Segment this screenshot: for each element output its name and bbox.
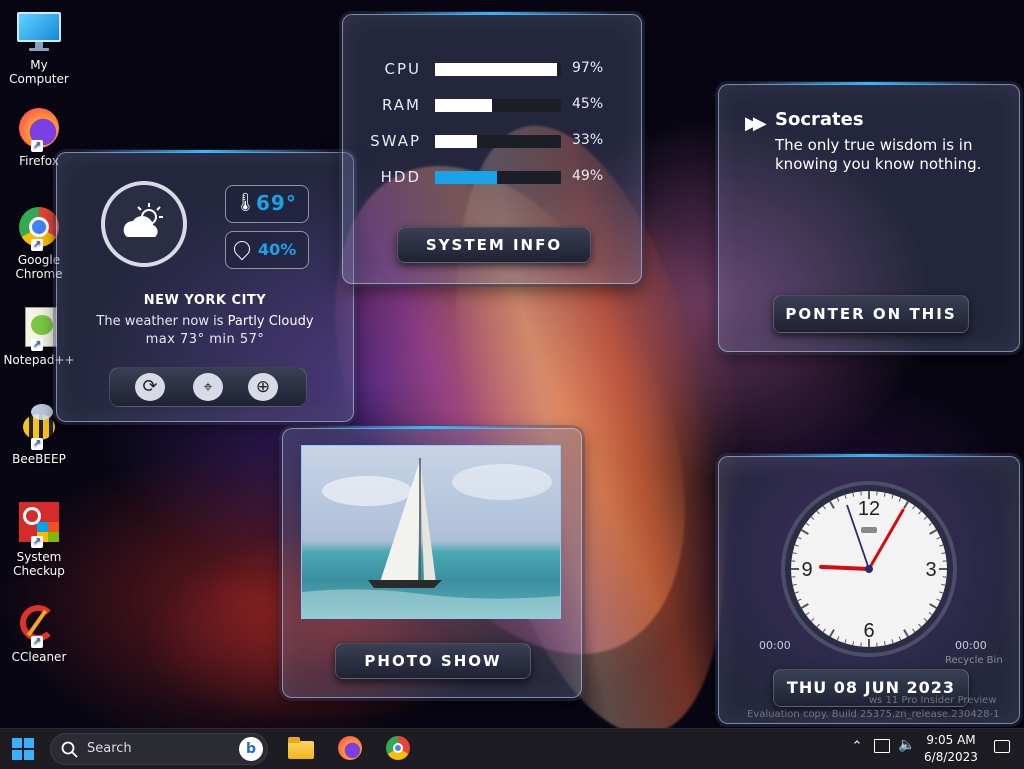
metric-label: CPU bbox=[385, 60, 422, 78]
metric-bar-track bbox=[435, 171, 561, 184]
humidity-icon bbox=[231, 238, 254, 261]
desktop-icon-label: My Computer bbox=[0, 58, 78, 86]
metric-label: HDD bbox=[381, 168, 421, 186]
temperature-badge: 🌡 69° bbox=[225, 185, 309, 223]
system-info-row: SWAP 33% bbox=[343, 132, 643, 150]
clock-number-12: 12 bbox=[858, 498, 880, 520]
metric-percent: 45% bbox=[572, 96, 603, 112]
temperature-value: 69° bbox=[256, 191, 297, 215]
desktop-icon-system-checkup[interactable]: ↗ System Checkup bbox=[0, 502, 78, 578]
metric-bar-track bbox=[435, 135, 561, 148]
thermometer-icon: 🌡 bbox=[234, 192, 257, 213]
notepad-plus-plus-icon: ↗ bbox=[17, 305, 61, 349]
metric-percent: 33% bbox=[572, 132, 603, 148]
metric-bar-fill bbox=[435, 135, 477, 148]
panel-glow bbox=[743, 454, 995, 457]
chrome-icon: ↗ bbox=[17, 205, 61, 249]
notifications-icon[interactable] bbox=[994, 740, 1010, 753]
clock-tray[interactable]: 9:05 AM 6/8/2023 bbox=[920, 732, 982, 766]
watermark-line-2: Evaluation copy. Build 25375.zn_release.… bbox=[747, 709, 1017, 720]
panel-glow bbox=[367, 12, 617, 15]
system-checkup-icon: ↗ bbox=[17, 502, 61, 546]
panel-glow bbox=[743, 82, 995, 85]
humidity-badge: 40% bbox=[225, 231, 309, 269]
taskbar-app-chrome[interactable] bbox=[386, 736, 412, 762]
taskbar: Search b ⌃ 🔈 9:05 AM 6/8/2023 bbox=[0, 728, 1024, 769]
panel-glow bbox=[81, 150, 330, 153]
monitor-icon bbox=[17, 10, 61, 54]
desktop-icon-label: CCleaner bbox=[0, 650, 78, 664]
weather-widget[interactable]: 🌡 69° 40% NEW YORK CITY The weather now … bbox=[56, 152, 354, 422]
weather-button-bar: ⟳ ⌖ ⊕ bbox=[109, 367, 307, 407]
metric-percent: 97% bbox=[572, 60, 603, 76]
metric-bar-track bbox=[435, 99, 561, 112]
ponter-on-this-button[interactable]: PONTER ON THIS bbox=[773, 295, 969, 333]
start-button[interactable] bbox=[12, 738, 34, 760]
metric-bar-track bbox=[435, 63, 561, 76]
bee-icon: ↗ bbox=[17, 404, 61, 448]
desktop-icon-ccleaner[interactable]: ↗ CCleaner bbox=[0, 602, 78, 664]
metric-bar-fill bbox=[435, 171, 497, 184]
metric-bar-fill bbox=[435, 63, 557, 76]
clock-hour-hand bbox=[821, 567, 869, 569]
firefox-icon: ↗ bbox=[17, 106, 61, 150]
temperature-range: max 73° min 57° bbox=[57, 332, 353, 347]
file-explorer-icon bbox=[288, 741, 314, 759]
system-info-row: HDD 49% bbox=[343, 168, 643, 186]
desktop-icon-label: System Checkup bbox=[4, 550, 74, 578]
desktop-icon-label: BeeBEEP bbox=[0, 452, 78, 466]
clock-time-right: 00:00 bbox=[955, 639, 987, 652]
ccleaner-icon: ↗ bbox=[17, 602, 61, 646]
weather-description: The weather now is Partly Cloudy bbox=[57, 314, 353, 329]
refresh-icon[interactable]: ⟳ bbox=[135, 373, 165, 401]
clock-number-3: 3 bbox=[925, 559, 936, 581]
quote-author: Socrates bbox=[775, 109, 864, 130]
clock-number-6: 6 bbox=[863, 620, 874, 642]
metric-percent: 49% bbox=[572, 168, 603, 184]
quote-text: The only true wisdom is in knowing you k… bbox=[775, 136, 991, 174]
windows-logo-icon bbox=[12, 738, 34, 760]
taskbar-app-firefox[interactable] bbox=[338, 736, 364, 762]
weather-condition-icon bbox=[101, 181, 187, 267]
city-name: NEW YORK CITY bbox=[57, 293, 353, 308]
volume-icon[interactable]: 🔈 bbox=[898, 737, 915, 753]
weather-condition: Partly Cloudy bbox=[228, 314, 314, 329]
weather-desc-prefix: The weather now is bbox=[96, 314, 227, 329]
chevron-up-icon[interactable]: ⌃ bbox=[850, 739, 864, 753]
watermark-line-1: ws 11 Pro Insider Preview bbox=[869, 695, 997, 706]
metric-bar-fill bbox=[435, 99, 492, 112]
search-placeholder: Search bbox=[87, 741, 132, 756]
clock-number-9: 9 bbox=[801, 559, 812, 581]
location-icon[interactable]: ⌖ bbox=[193, 373, 223, 401]
metric-label: SWAP bbox=[370, 132, 421, 150]
humidity-value: 40% bbox=[258, 240, 296, 259]
tray-time: 9:05 AM bbox=[920, 732, 982, 749]
taskbar-search[interactable]: Search b bbox=[50, 733, 268, 765]
analog-clock: 12 3 6 9 bbox=[779, 479, 959, 659]
photo-show-widget[interactable]: PHOTO SHOW bbox=[282, 428, 582, 698]
quote-widget[interactable]: ▶▶ Socrates The only true wisdom is in k… bbox=[718, 84, 1020, 352]
system-info-row: RAM 45% bbox=[343, 96, 643, 114]
clock-widget[interactable]: Recycle Bin 00:00 00:00 12 3 6 9 THU 08 … bbox=[718, 456, 1020, 724]
desktop-icon-my-computer[interactable]: My Computer bbox=[0, 10, 78, 86]
search-icon bbox=[61, 741, 79, 759]
metric-label: RAM bbox=[382, 96, 421, 114]
taskbar-app-file-explorer[interactable] bbox=[288, 737, 314, 761]
tray-date: 6/8/2023 bbox=[920, 749, 982, 766]
firefox-icon bbox=[338, 736, 362, 760]
network-icon[interactable] bbox=[874, 739, 890, 753]
system-info-button[interactable]: SYSTEM INFO bbox=[397, 227, 591, 263]
system-info-widget[interactable]: CPU 97% RAM 45% SWAP 33% HDD 49% SYSTEM INFO bbox=[342, 14, 642, 284]
fast-forward-icon: ▶▶ bbox=[745, 113, 761, 134]
bing-icon[interactable]: b bbox=[239, 737, 263, 761]
panel-glow bbox=[307, 426, 557, 429]
system-info-row: CPU 97% bbox=[343, 60, 643, 78]
photo-show-button[interactable]: PHOTO SHOW bbox=[335, 643, 531, 679]
sailboat-photo bbox=[301, 445, 561, 619]
globe-icon[interactable]: ⊕ bbox=[248, 373, 278, 401]
